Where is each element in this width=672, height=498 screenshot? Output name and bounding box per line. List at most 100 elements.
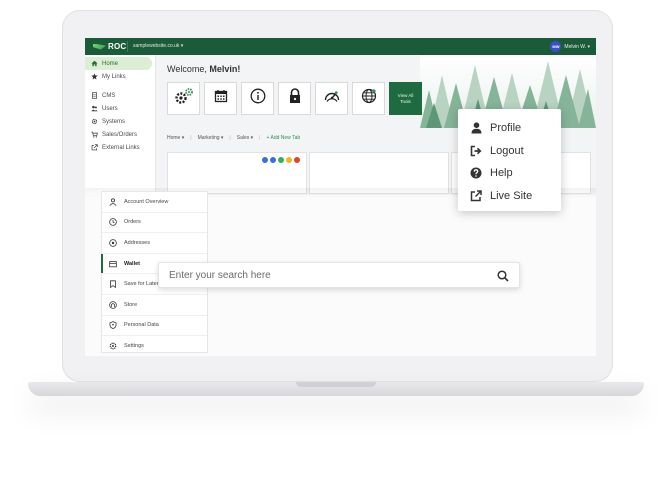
account-item-label: Orders (124, 219, 141, 226)
bookmark-icon (109, 280, 117, 289)
sidebar-item-label: Sales/Orders (102, 131, 138, 138)
account-item-orders[interactable]: Orders (102, 213, 207, 234)
welcome-heading: Welcome, Melvin! (167, 64, 240, 74)
tool-tile-settings[interactable] (167, 82, 200, 115)
site-selector[interactable]: samplewebsite.co.uk ▾ (127, 41, 183, 52)
logo-text: ROC (108, 42, 127, 51)
sidebar-item-label: CMS (102, 92, 116, 99)
tool-tile-performance[interactable] (315, 82, 348, 115)
sidebar-item-external-links[interactable]: External Links (85, 141, 155, 154)
account-item-label: Save for Later (124, 281, 159, 288)
sidebar-item-my-links[interactable]: My Links (85, 70, 155, 83)
info-icon (250, 88, 266, 109)
menu-item-help[interactable]: Help (458, 162, 561, 185)
gear-icon (90, 118, 98, 126)
shield-icon (109, 321, 117, 330)
view-all-line2: Tools (400, 98, 411, 104)
sidebar-item-label: Home (102, 60, 119, 67)
sidebar-item-sales-orders[interactable]: Sales/Orders (85, 128, 155, 141)
person-icon (109, 198, 117, 206)
account-item-settings[interactable]: Settings (102, 336, 207, 356)
menu-item-profile[interactable]: Profile (458, 117, 561, 140)
tool-tile-website[interactable] (352, 82, 385, 115)
sidebar-item-label: External Links (102, 144, 140, 151)
welcome-prefix: Welcome, (167, 64, 207, 74)
top-bar: ROC samplewebsite.co.uk ▾ MW Melvin W. ▾ (85, 38, 596, 55)
status-dot[interactable] (262, 157, 268, 163)
status-dot[interactable] (286, 157, 292, 163)
menu-item-logout[interactable]: Logout (458, 140, 561, 163)
external-link-icon (470, 190, 482, 202)
tab-marketing[interactable]: Marketing ▾ (198, 135, 224, 141)
account-item-label: Addresses (124, 239, 150, 246)
menu-item-label: Logout (490, 144, 524, 157)
account-item-store[interactable]: Store (102, 295, 207, 316)
laptop-notch (296, 382, 376, 387)
lock-icon (288, 88, 302, 109)
account-item-label: Personal Data (124, 322, 159, 329)
sidebar-item-label: My Links (102, 73, 126, 80)
search-bar (158, 262, 520, 288)
globe-icon (361, 88, 377, 109)
tab-separator: | (190, 135, 192, 141)
status-dot[interactable] (270, 157, 276, 163)
account-item-addresses[interactable]: Addresses (102, 233, 207, 254)
external-link-icon (90, 144, 98, 152)
sidebar-item-systems[interactable]: Systems (85, 115, 155, 128)
avatar: MW (550, 41, 562, 52)
status-dot[interactable] (294, 157, 300, 163)
account-item-personal-data[interactable]: Personal Data (102, 316, 207, 337)
store-icon (109, 301, 117, 309)
account-item-label: Settings (124, 342, 144, 349)
sidebar-item-label: Users (102, 105, 118, 112)
sidebar-item-label: Systems (102, 118, 126, 125)
roc-logo-mark-icon (93, 43, 106, 50)
user-account-toggle[interactable]: MW Melvin W. ▾ (550, 41, 590, 52)
sidebar-item-users[interactable]: Users (85, 102, 155, 115)
welcome-name: Melvin! (209, 64, 241, 74)
add-new-tab-button[interactable]: + Add New Tab (266, 135, 300, 141)
tab-separator: | (229, 135, 231, 141)
users-icon (90, 105, 98, 113)
status-dots (262, 157, 300, 163)
location-pin-icon (109, 239, 117, 247)
sidebar-item-cms[interactable]: CMS (85, 89, 155, 102)
cart-icon (90, 131, 98, 139)
account-item-label: Store (124, 301, 138, 308)
calendar-icon (214, 89, 228, 108)
star-icon (90, 73, 98, 81)
tool-tile-calendar[interactable] (204, 82, 237, 115)
tab-sales[interactable]: Sales ▾ (237, 135, 253, 141)
tab-separator: | (259, 135, 261, 141)
document-icon (90, 92, 98, 100)
dashboard-tabs: Home ▾ | Marketing ▾ | Sales ▾ | + Add N… (167, 135, 300, 141)
tool-tile-security[interactable] (278, 82, 311, 115)
wallet-icon (109, 260, 117, 268)
menu-item-label: Help (490, 167, 513, 180)
menu-item-label: Profile (490, 122, 522, 135)
tab-home[interactable]: Home ▾ (167, 135, 184, 141)
user-name: Melvin W. ▾ (564, 43, 590, 50)
account-item-label: Wallet (124, 260, 140, 267)
menu-item-label: Live Site (490, 189, 533, 202)
search-icon[interactable] (497, 269, 509, 282)
view-all-tools-button[interactable]: View All Tools (389, 82, 422, 115)
gears-icon (174, 87, 194, 110)
gear-icon (109, 342, 117, 350)
logout-icon (470, 145, 482, 157)
roc-logo[interactable]: ROC (93, 41, 126, 52)
search-input[interactable] (169, 267, 469, 283)
speedometer-icon (323, 88, 341, 109)
account-item-overview[interactable]: Account Overview (102, 192, 207, 213)
status-dot[interactable] (278, 157, 284, 163)
clock-icon (109, 218, 117, 227)
user-dropdown-menu: Profile Logout Help Live Site (458, 109, 561, 211)
home-icon (90, 60, 98, 68)
user-icon (470, 122, 482, 134)
account-item-label: Account Overview (124, 198, 169, 205)
menu-item-live-site[interactable]: Live Site (458, 185, 561, 208)
help-icon (470, 167, 482, 179)
sidebar-item-home[interactable]: Home (85, 57, 152, 70)
tool-tile-info[interactable] (241, 82, 274, 115)
tool-tiles: View All Tools (167, 82, 422, 115)
